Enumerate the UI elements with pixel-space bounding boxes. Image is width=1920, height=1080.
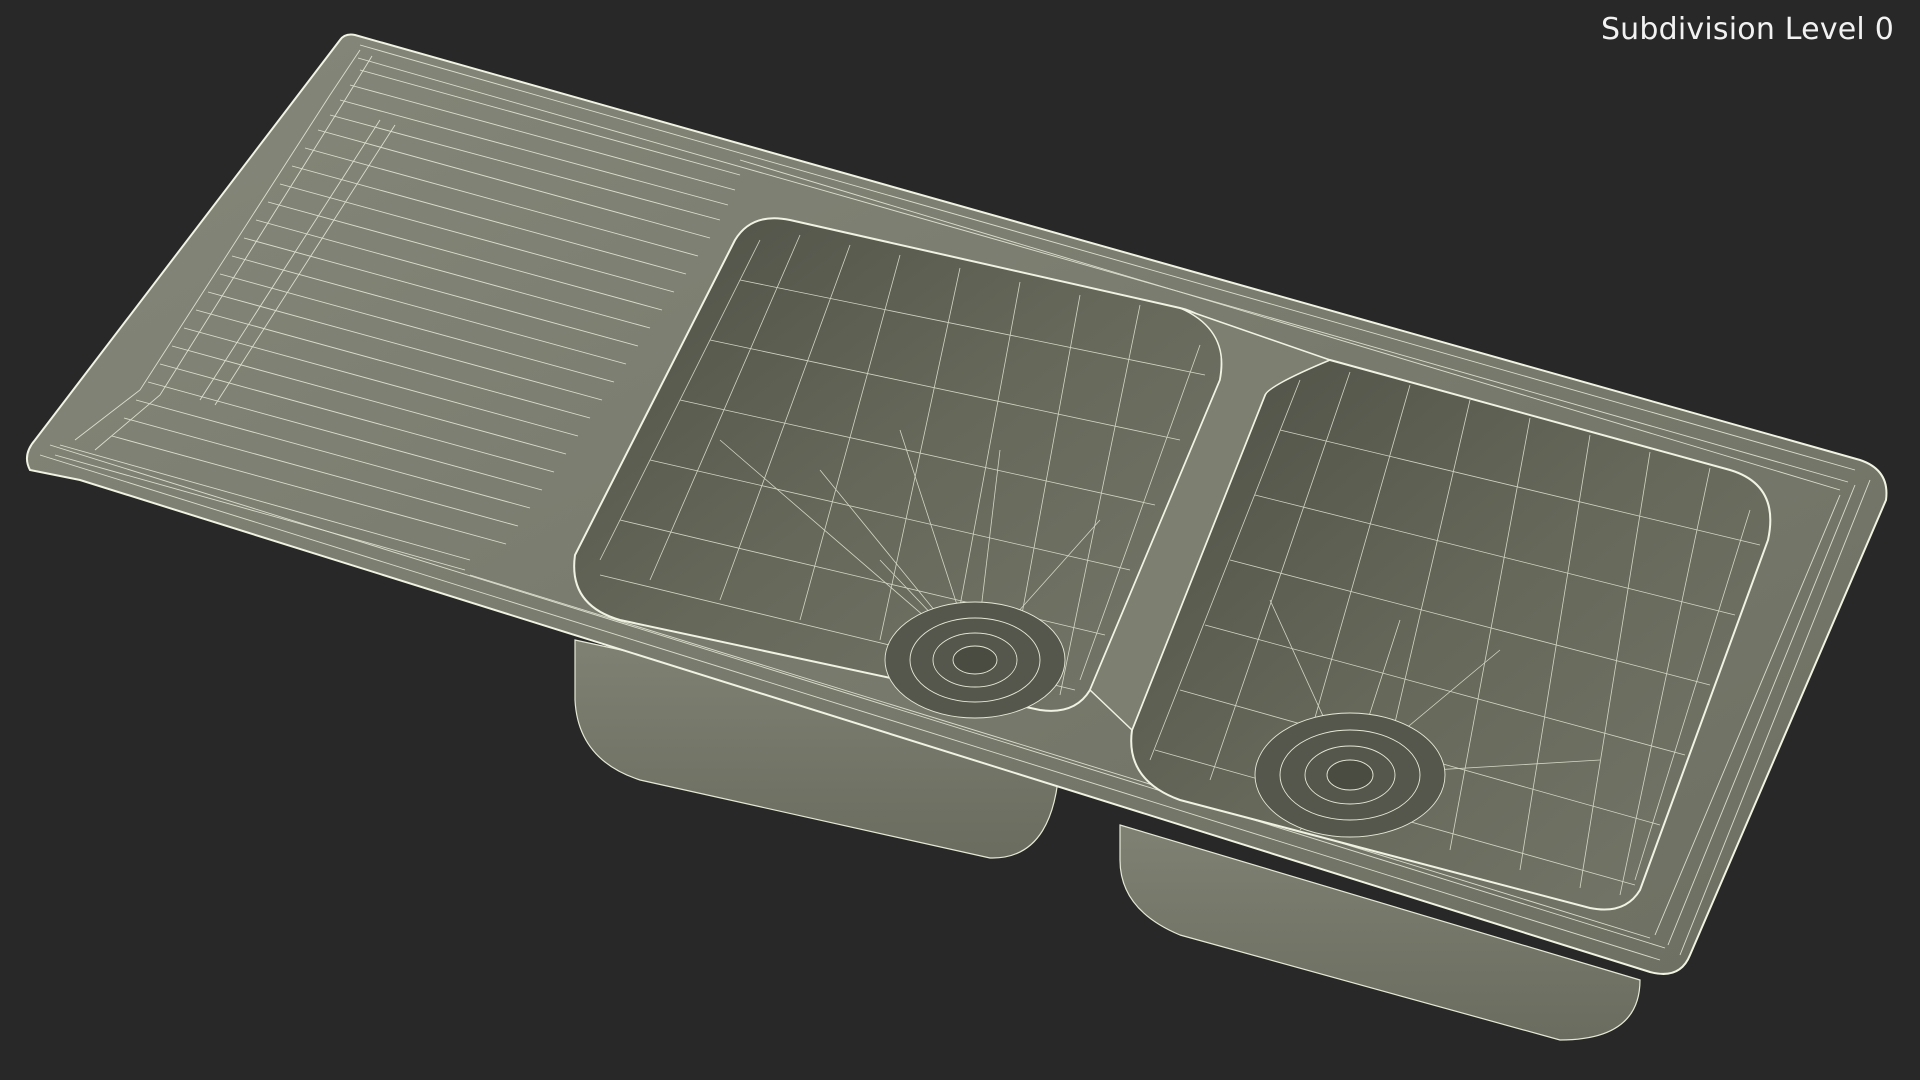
drain-right (1254, 712, 1446, 838)
render-viewport: Subdivision Level 0 (0, 0, 1920, 1080)
subdivision-level-label: Subdivision Level 0 (1600, 12, 1894, 47)
sink-wireframe-render (25, 33, 1888, 1041)
drain-left (884, 601, 1066, 719)
